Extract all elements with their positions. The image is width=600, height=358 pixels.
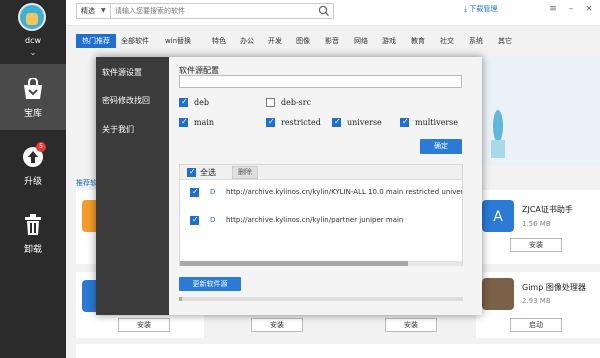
- source-url-input[interactable]: [179, 75, 462, 88]
- app-row: [76, 344, 600, 358]
- tab-media[interactable]: 影音: [323, 34, 341, 48]
- settings-body: 软件源配置 ✓ deb deb-src ✓ main ✓ restricted …: [169, 57, 482, 315]
- gimp-app-icon: [482, 278, 514, 310]
- settings-nav: 软件源设置 密码修改找回 关于我们: [96, 57, 169, 315]
- top-bar: 精选 ▼ ⤓ 下载管理 ≡ – ×: [66, 0, 600, 26]
- select-all-label: 全选: [200, 168, 216, 177]
- nav-item-store[interactable]: 宝库: [0, 64, 66, 130]
- update-progress-bar: [179, 297, 463, 301]
- settings-nav-sources[interactable]: 软件源设置: [102, 67, 142, 78]
- source-url: http://archive.kylinos.cn/kylin/KYLIN-AL…: [226, 188, 462, 196]
- scrollbar-thumb[interactable]: [180, 261, 408, 266]
- download-manager-button[interactable]: ⤓ 下载管理: [464, 2, 497, 16]
- chevron-down-icon[interactable]: ⌄: [28, 48, 38, 57]
- source-row[interactable]: ✓ D http://archive.kylinos.cn/kylin/part…: [180, 211, 462, 231]
- app-size: 1.56 MB: [522, 220, 551, 228]
- tab-office[interactable]: 办公: [238, 34, 256, 48]
- deb-checkbox[interactable]: ✓: [179, 97, 188, 107]
- store-icon: [24, 78, 42, 99]
- source-list-header: ✓ 全选 删除: [180, 165, 462, 180]
- restricted-checkbox[interactable]: ✓: [266, 117, 275, 127]
- update-count-badge: 5: [36, 142, 46, 152]
- nav-label-uninstall: 卸载: [23, 245, 42, 255]
- nav-label-store: 宝库: [23, 109, 42, 119]
- tab-social[interactable]: 社交: [438, 34, 456, 48]
- progress-fill: [179, 297, 182, 301]
- app-size: 2.93 MB: [522, 297, 551, 305]
- multiverse-label: multiverse: [415, 118, 458, 127]
- install-button[interactable]: 安装: [118, 318, 170, 332]
- install-button[interactable]: 安装: [251, 318, 303, 332]
- source-row-checkbox[interactable]: ✓: [190, 215, 199, 225]
- avatar[interactable]: [18, 3, 46, 31]
- launch-button[interactable]: 启动: [510, 318, 562, 332]
- settings-dialog: 软件源设置 密码修改找回 关于我们 软件源配置 ✓ deb deb-src ✓ …: [96, 57, 482, 315]
- banner[interactable]: [476, 56, 600, 166]
- app-name: ZJCA证书助手: [522, 205, 573, 214]
- download-icon: ⤓: [464, 5, 468, 13]
- source-url: http://archive.kylinos.cn/kylin/partner …: [226, 216, 404, 224]
- tab-education[interactable]: 教育: [409, 34, 427, 48]
- app-card-gimp[interactable]: Gimp 图像处理器 2.93 MB 启动: [476, 272, 600, 338]
- zjca-app-icon: A: [482, 200, 514, 232]
- app-card-zjca[interactable]: A ZJCA证书助手 1.56 MB 安装: [476, 190, 600, 264]
- category-tabs: 热门推荐 全部软件 win替换 特色 办公 开发 图像 影音 网络 游戏 教育 …: [66, 32, 600, 48]
- search-box: 精选 ▼: [76, 3, 334, 19]
- chevron-down-icon: ▼: [101, 7, 106, 14]
- tab-system[interactable]: 系统: [467, 34, 485, 48]
- nav-label-upgrade: 升级: [23, 177, 42, 187]
- install-button[interactable]: 安装: [385, 318, 437, 332]
- deb-src-checkbox[interactable]: [266, 98, 275, 107]
- deb-src-label: deb-src: [281, 98, 312, 107]
- main-label: main: [194, 118, 215, 127]
- close-icon[interactable]: ×: [584, 4, 594, 14]
- source-list: ✓ 全选 删除 ✓ D http://archive.kylinos.cn/ky…: [179, 164, 463, 266]
- tab-all[interactable]: 全部软件: [118, 34, 152, 48]
- deb-label: deb: [194, 98, 209, 107]
- settings-nav-password[interactable]: 密码修改找回: [102, 95, 150, 106]
- update-sources-button[interactable]: 更新软件源: [179, 277, 241, 291]
- restricted-label: restricted: [281, 118, 321, 127]
- horizontal-scrollbar[interactable]: [180, 261, 462, 266]
- tab-image[interactable]: 图像: [294, 34, 312, 48]
- search-scope-value: 精选: [81, 7, 95, 15]
- source-row[interactable]: ✓ D http://archive.kylinos.cn/kylin/KYLI…: [180, 183, 462, 203]
- multiverse-checkbox[interactable]: ✓: [400, 117, 409, 127]
- main-checkbox[interactable]: ✓: [179, 117, 188, 127]
- delete-button[interactable]: 删除: [232, 166, 258, 179]
- menu-icon[interactable]: ≡: [548, 4, 558, 14]
- app-name: Gimp 图像处理器: [522, 283, 586, 292]
- select-all-checkbox[interactable]: ✓: [187, 167, 196, 177]
- svg-text:A: A: [493, 209, 503, 225]
- tab-featured[interactable]: 特色: [210, 34, 228, 48]
- minimize-icon[interactable]: –: [566, 4, 576, 14]
- source-type: D: [210, 188, 216, 196]
- download-manager-label: 下载管理: [469, 5, 498, 13]
- tab-dev[interactable]: 开发: [266, 34, 284, 48]
- plant-illustration: [491, 110, 505, 158]
- source-type: D: [210, 216, 216, 224]
- source-row-checkbox[interactable]: ✓: [190, 187, 199, 197]
- sidebar: dcw ⌄ 宝库 5 升级 卸载: [0, 0, 66, 358]
- install-button[interactable]: 安装: [510, 238, 562, 252]
- tab-win-replace[interactable]: win替换: [162, 34, 194, 48]
- tab-games[interactable]: 游戏: [380, 34, 398, 48]
- tab-other[interactable]: 其它: [496, 34, 514, 48]
- search-input[interactable]: [115, 5, 305, 17]
- tab-hot[interactable]: 热门推荐: [76, 34, 116, 48]
- search-icon[interactable]: [317, 5, 331, 17]
- nav-item-uninstall[interactable]: 卸载: [0, 200, 66, 266]
- settings-nav-about[interactable]: 关于我们: [102, 124, 134, 135]
- universe-checkbox[interactable]: ✓: [332, 117, 341, 127]
- confirm-button[interactable]: 确定: [420, 139, 462, 154]
- trash-icon: [25, 214, 41, 235]
- nav-item-upgrade[interactable]: 5 升级: [0, 132, 66, 198]
- user-name[interactable]: dcw: [0, 36, 66, 45]
- tab-network[interactable]: 网络: [352, 34, 370, 48]
- universe-label: universe: [347, 118, 382, 127]
